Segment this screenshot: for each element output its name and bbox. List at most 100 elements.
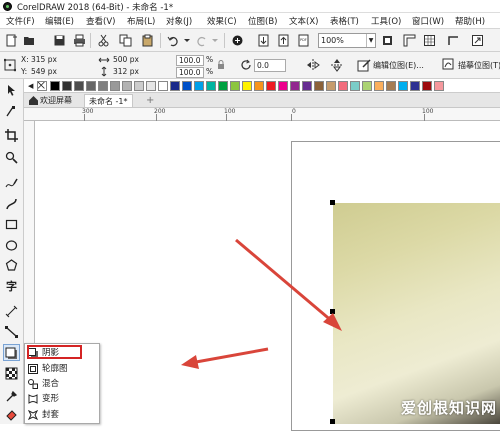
color-swatch[interactable] — [254, 81, 264, 91]
color-swatch[interactable] — [74, 81, 84, 91]
mirror-horizontal-icon[interactable] — [306, 58, 320, 72]
mirror-vertical-icon[interactable] — [330, 58, 344, 72]
color-swatch[interactable] — [206, 81, 216, 91]
selected-bitmap-image[interactable]: 爱创根知识网 — [333, 203, 500, 424]
color-swatch[interactable] — [242, 81, 252, 91]
menu-effects[interactable]: 效果(C) — [207, 15, 237, 27]
menu-layout[interactable]: 布局(L) — [127, 15, 155, 27]
object-origin-icon[interactable] — [3, 58, 17, 72]
color-swatch[interactable] — [266, 81, 276, 91]
color-swatch[interactable] — [134, 81, 144, 91]
color-swatch[interactable] — [122, 81, 132, 91]
publish-pdf-icon[interactable]: PDF — [296, 33, 310, 47]
menu-edit[interactable]: 编辑(E) — [45, 15, 74, 27]
color-swatch[interactable] — [278, 81, 288, 91]
color-swatch[interactable] — [194, 81, 204, 91]
color-swatch[interactable] — [302, 81, 312, 91]
edit-bitmap-button[interactable]: 编辑位图(E)... — [373, 60, 424, 71]
selection-handle[interactable] — [330, 200, 335, 205]
selection-handle[interactable] — [330, 419, 335, 424]
selection-handle[interactable] — [330, 309, 335, 314]
color-swatch[interactable] — [158, 81, 168, 91]
menu-object[interactable]: 对象(J) — [166, 15, 192, 27]
copy-icon[interactable] — [118, 33, 132, 47]
search-content-icon[interactable] — [230, 33, 244, 47]
menu-view[interactable]: 查看(V) — [86, 15, 115, 27]
color-swatch[interactable] — [434, 81, 444, 91]
scale-height-field[interactable]: 100.0 — [176, 67, 204, 78]
grid-icon[interactable] — [422, 33, 436, 47]
color-swatch[interactable] — [230, 81, 240, 91]
eyedropper-tool-icon[interactable] — [3, 388, 20, 405]
y-position-field[interactable]: 549 px — [31, 67, 57, 76]
launch-icon[interactable] — [470, 33, 484, 47]
full-screen-icon[interactable] — [380, 33, 394, 47]
width-field[interactable]: 500 px — [113, 55, 139, 64]
snap-to-icon[interactable] — [446, 33, 460, 47]
undo-icon[interactable] — [166, 33, 180, 47]
no-fill-swatch[interactable] — [37, 81, 47, 91]
ellipse-tool-icon[interactable] — [3, 237, 20, 254]
color-swatch[interactable] — [218, 81, 228, 91]
transparency-tool-icon[interactable] — [3, 365, 20, 382]
color-swatch[interactable] — [338, 81, 348, 91]
open-icon[interactable] — [22, 33, 36, 47]
color-swatch[interactable] — [314, 81, 324, 91]
zoom-level-select[interactable]: 100% ▼ — [318, 33, 376, 48]
color-swatch[interactable] — [422, 81, 432, 91]
zoom-tool-icon[interactable] — [3, 149, 20, 166]
color-swatch[interactable] — [86, 81, 96, 91]
x-position-field[interactable]: 315 px — [31, 55, 57, 64]
menu-file[interactable]: 文件(F) — [6, 15, 35, 27]
menu-text[interactable]: 文本(X) — [289, 15, 318, 27]
color-swatch[interactable] — [146, 81, 156, 91]
parallel-dimension-tool-icon[interactable] — [3, 303, 20, 320]
flyout-item-blend[interactable]: 混合 — [27, 377, 99, 391]
import-icon[interactable] — [256, 33, 270, 47]
height-field[interactable]: 312 px — [113, 67, 139, 76]
color-swatch[interactable] — [50, 81, 60, 91]
connector-tool-icon[interactable] — [3, 323, 20, 340]
trace-bitmap-button[interactable]: 描摹位图(T) — [458, 60, 500, 71]
rulers-icon[interactable] — [402, 33, 416, 47]
redo-dropdown-icon[interactable] — [208, 33, 222, 47]
rectangle-tool-icon[interactable] — [3, 216, 20, 233]
tab-welcome-screen[interactable]: 欢迎屏幕 — [36, 94, 76, 107]
color-swatch[interactable] — [170, 81, 180, 91]
pick-tool-icon[interactable] — [3, 82, 20, 99]
edit-bitmap-icon[interactable] — [357, 58, 371, 72]
color-swatch[interactable] — [182, 81, 192, 91]
color-swatch[interactable] — [410, 81, 420, 91]
color-swatch[interactable] — [98, 81, 108, 91]
polygon-tool-icon[interactable] — [3, 257, 20, 274]
drop-shadow-tool-icon[interactable] — [3, 344, 20, 361]
chevron-down-icon[interactable]: ▼ — [366, 34, 375, 47]
color-swatch[interactable] — [326, 81, 336, 91]
color-swatch[interactable] — [62, 81, 72, 91]
flyout-item-distort[interactable]: 变形 — [27, 392, 99, 406]
color-swatch[interactable] — [350, 81, 360, 91]
color-swatch[interactable] — [290, 81, 300, 91]
color-swatch[interactable] — [110, 81, 120, 91]
trace-bitmap-icon[interactable] — [442, 58, 456, 72]
scale-width-field[interactable]: 100.0 — [176, 55, 204, 66]
interactive-fill-tool-icon[interactable] — [3, 407, 20, 424]
new-document-icon[interactable] — [4, 33, 18, 47]
paste-icon[interactable] — [140, 33, 154, 47]
text-tool-icon[interactable]: 字 — [3, 278, 20, 295]
save-icon[interactable] — [52, 33, 66, 47]
crop-tool-icon[interactable] — [3, 127, 20, 144]
color-swatch[interactable] — [374, 81, 384, 91]
tab-untitled-1[interactable]: 未命名 -1* — [84, 94, 133, 107]
artistic-media-tool-icon[interactable] — [3, 195, 20, 212]
redo-icon[interactable] — [194, 33, 208, 47]
menu-bitmaps[interactable]: 位图(B) — [248, 15, 277, 27]
color-swatch[interactable] — [386, 81, 396, 91]
menu-window[interactable]: 窗口(W) — [412, 15, 444, 27]
export-icon[interactable] — [276, 33, 290, 47]
cut-icon[interactable] — [96, 33, 110, 47]
horizontal-ruler[interactable]: 300 200 100 0 100 — [24, 108, 500, 121]
menu-tools[interactable]: 工具(O) — [371, 15, 401, 27]
rotation-angle-field[interactable]: 0.0 — [254, 59, 286, 72]
undo-dropdown-icon[interactable] — [180, 33, 194, 47]
